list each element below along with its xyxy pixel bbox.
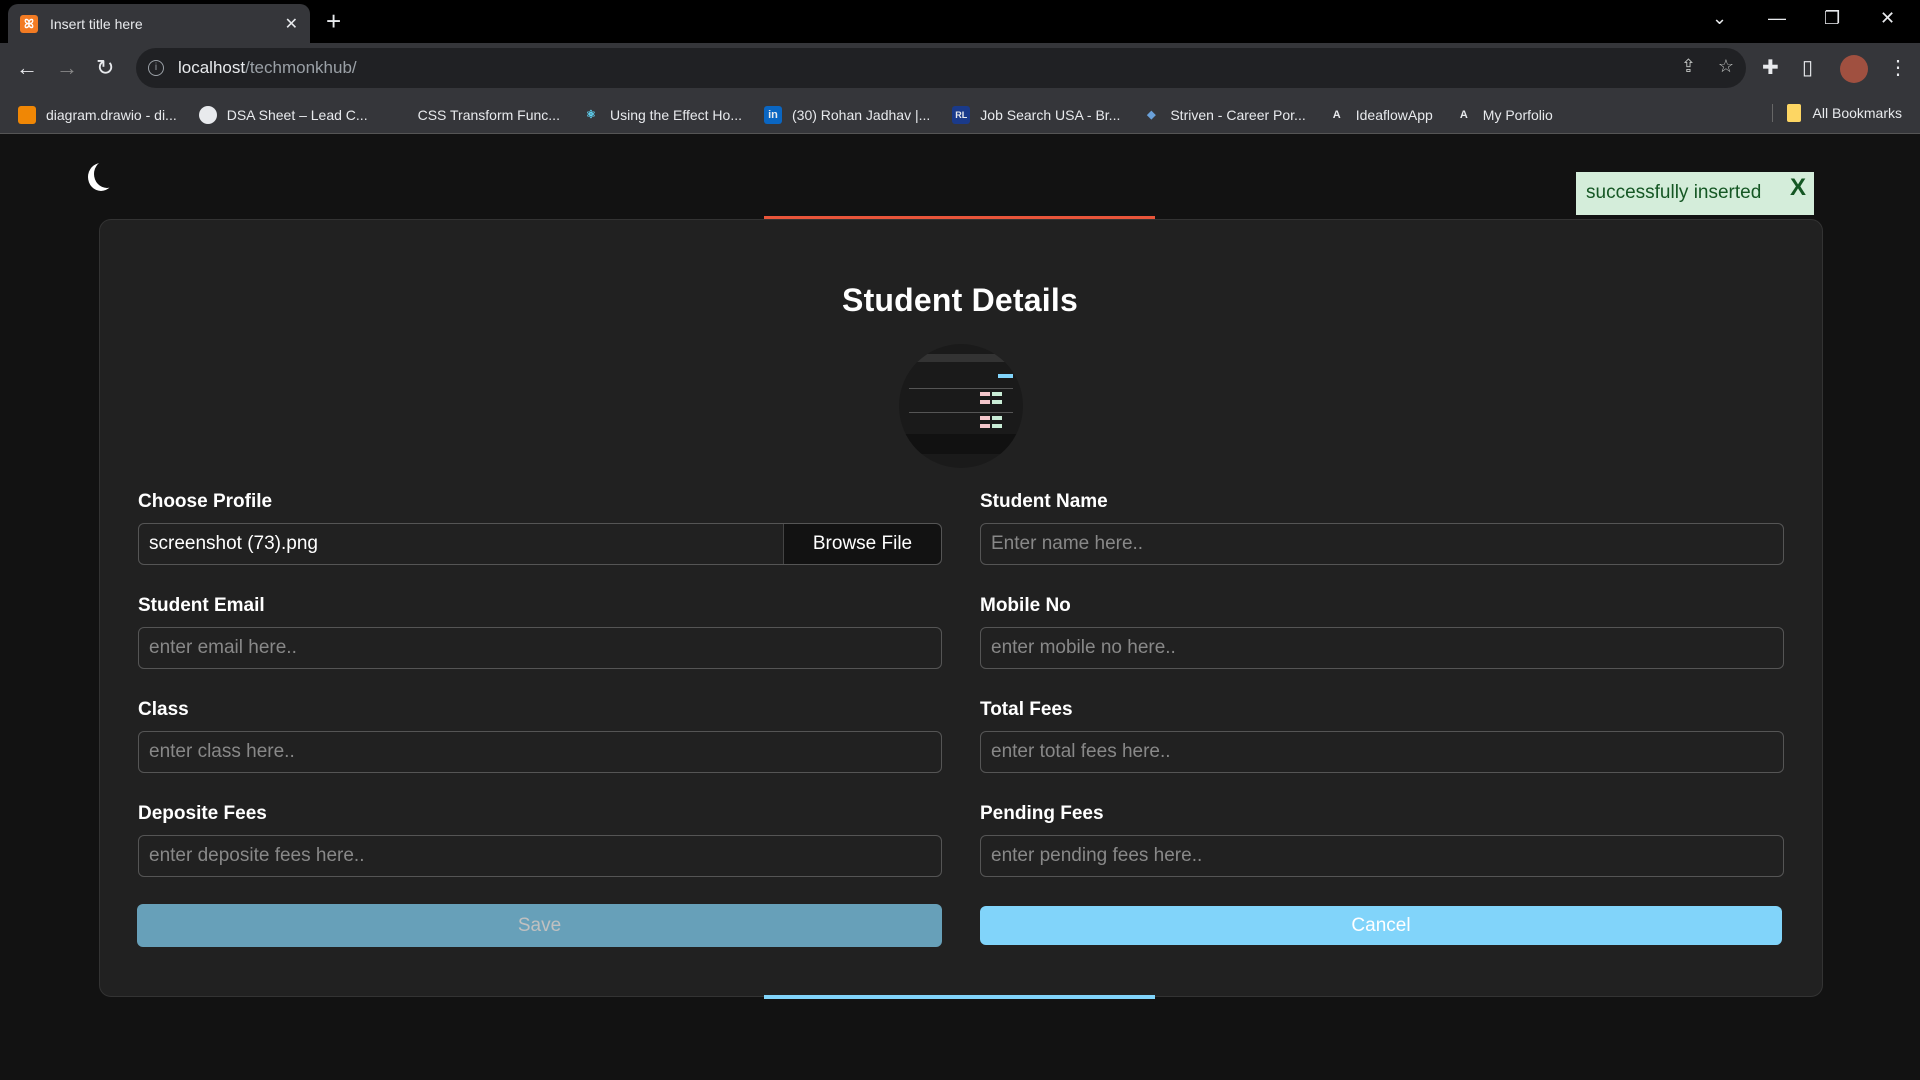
deposite-fees-label: Deposite Fees xyxy=(138,803,267,824)
profile-avatar[interactable] xyxy=(1840,55,1868,83)
bookmark-label: DSA Sheet – Lead C... xyxy=(226,106,368,123)
reload-icon[interactable]: ↻ xyxy=(96,55,114,81)
profile-preview-image xyxy=(899,344,1023,468)
class-input[interactable]: enter class here.. xyxy=(138,731,942,773)
tab-search-icon[interactable]: ⌄ xyxy=(1712,8,1727,29)
bookmark-css[interactable]: CSS Transform Func... xyxy=(390,106,560,124)
browser-toolbar: ← → ↻ i localhost/techmonkhub/ ⇪ ☆ ✚ ▯ ⋮ xyxy=(0,43,1920,96)
bookmark-star-icon[interactable]: ☆ xyxy=(1718,56,1734,77)
react-icon: ⚛ xyxy=(586,108,596,121)
share-icon[interactable]: ⇪ xyxy=(1681,56,1696,77)
folder-icon xyxy=(1786,104,1801,122)
toast-close-icon[interactable]: X xyxy=(1790,174,1806,202)
profile-file-input[interactable]: screenshot (73).png Browse File xyxy=(138,523,942,565)
student-name-input[interactable]: Enter name here.. xyxy=(980,523,1784,565)
bookmark-jobsearch[interactable]: RL Job Search USA - Br... xyxy=(952,105,1121,124)
bookmark-label: diagram.drawio - di... xyxy=(46,106,177,123)
all-bookmarks-label: All Bookmarks xyxy=(1812,105,1902,121)
bookmark-striven[interactable]: ◆ Striven - Career Por... xyxy=(1142,106,1306,124)
tab-title: Insert title here xyxy=(50,15,143,32)
site-info-icon[interactable]: i xyxy=(148,60,164,76)
new-tab-button[interactable]: + xyxy=(326,6,341,37)
file-name: screenshot (73).png xyxy=(149,533,318,554)
side-panel-icon[interactable]: ▯ xyxy=(1802,55,1813,80)
student-form-card xyxy=(99,219,1823,997)
url-path: /techmonkhub/ xyxy=(245,58,357,77)
pending-fees-label: Pending Fees xyxy=(980,803,1104,824)
bookmark-drawio[interactable]: diagram.drawio - di... xyxy=(18,105,177,124)
student-name-label: Student Name xyxy=(980,491,1108,512)
blank-icon xyxy=(390,106,408,124)
bookmark-react[interactable]: ⚛ Using the Effect Ho... xyxy=(582,106,742,124)
choose-profile-label: Choose Profile xyxy=(138,491,273,512)
total-fees-label: Total Fees xyxy=(980,699,1073,720)
toast-message: successfully inserted xyxy=(1586,182,1762,203)
student-email-label: Student Email xyxy=(138,595,265,616)
url-host: localhost xyxy=(178,58,246,77)
angular-icon: A xyxy=(1332,108,1341,121)
mobile-no-input[interactable]: enter mobile no here.. xyxy=(980,627,1784,669)
bookmark-label: (30) Rohan Jadhav |... xyxy=(792,106,931,123)
accent-line-top xyxy=(764,216,1155,219)
bookmark-label: IdeaflowApp xyxy=(1355,106,1433,123)
rl-icon: RL xyxy=(952,105,971,124)
bookmark-dsa[interactable]: DSA Sheet – Lead C... xyxy=(198,105,368,124)
back-icon[interactable]: ← xyxy=(16,55,38,81)
minimize-button[interactable]: — xyxy=(1768,8,1786,29)
mobile-no-label: Mobile No xyxy=(980,595,1071,616)
bookmark-ideaflow[interactable]: A IdeaflowApp xyxy=(1328,106,1433,124)
close-window-button[interactable]: ✕ xyxy=(1880,8,1895,29)
restore-button[interactable]: ❐ xyxy=(1824,8,1840,29)
bookmark-portfolio[interactable]: A My Porfolio xyxy=(1455,106,1553,124)
bookmark-label: CSS Transform Func... xyxy=(417,106,560,123)
address-bar[interactable]: i localhost/techmonkhub/ ⇪ ☆ xyxy=(136,48,1746,88)
accent-line-bottom xyxy=(764,995,1155,999)
forward-icon[interactable]: → xyxy=(56,55,78,81)
drawio-icon xyxy=(18,105,36,124)
striven-icon: ◆ xyxy=(1147,108,1156,121)
close-tab-icon[interactable]: ✕ xyxy=(285,14,298,34)
angular-icon: A xyxy=(1459,108,1468,121)
bookmark-linkedin[interactable]: in (30) Rohan Jadhav |... xyxy=(764,105,931,124)
bookmarks-bar: diagram.drawio - di... DSA Sheet – Lead … xyxy=(0,96,1920,134)
save-button[interactable]: Save xyxy=(137,904,942,947)
pending-fees-input[interactable]: enter pending fees here.. xyxy=(980,835,1784,877)
bookmark-label: My Porfolio xyxy=(1482,106,1553,123)
tab-bar: ꕤ Insert title here ✕ + ⌄ — ❐ ✕ xyxy=(0,0,1920,43)
extensions-icon[interactable]: ✚ xyxy=(1762,55,1779,80)
page-title: Student Details xyxy=(842,282,1078,318)
menu-icon[interactable]: ⋮ xyxy=(1888,55,1908,80)
browse-file-button[interactable]: Browse File xyxy=(783,524,941,564)
browser-tab[interactable]: ꕤ Insert title here ✕ xyxy=(8,4,310,43)
xampp-icon: ꕤ xyxy=(20,14,38,33)
deposite-fees-input[interactable]: enter deposite fees here.. xyxy=(138,835,942,877)
class-label: Class xyxy=(138,699,189,720)
bookmark-label: Using the Effect Ho... xyxy=(609,106,742,123)
dark-mode-toggle-moon-icon[interactable] xyxy=(94,160,120,188)
globe-icon xyxy=(198,105,217,124)
total-fees-input[interactable]: enter total fees here.. xyxy=(980,731,1784,773)
bookmark-label: Striven - Career Por... xyxy=(1170,106,1306,123)
student-email-input[interactable]: enter email here.. xyxy=(138,627,942,669)
linkedin-icon: in xyxy=(764,105,782,124)
bookmark-label: Job Search USA - Br... xyxy=(980,106,1121,123)
cancel-button[interactable]: Cancel xyxy=(980,906,1782,945)
all-bookmarks[interactable]: All Bookmarks xyxy=(1771,104,1902,122)
success-toast: successfully inserted X xyxy=(1576,172,1814,215)
